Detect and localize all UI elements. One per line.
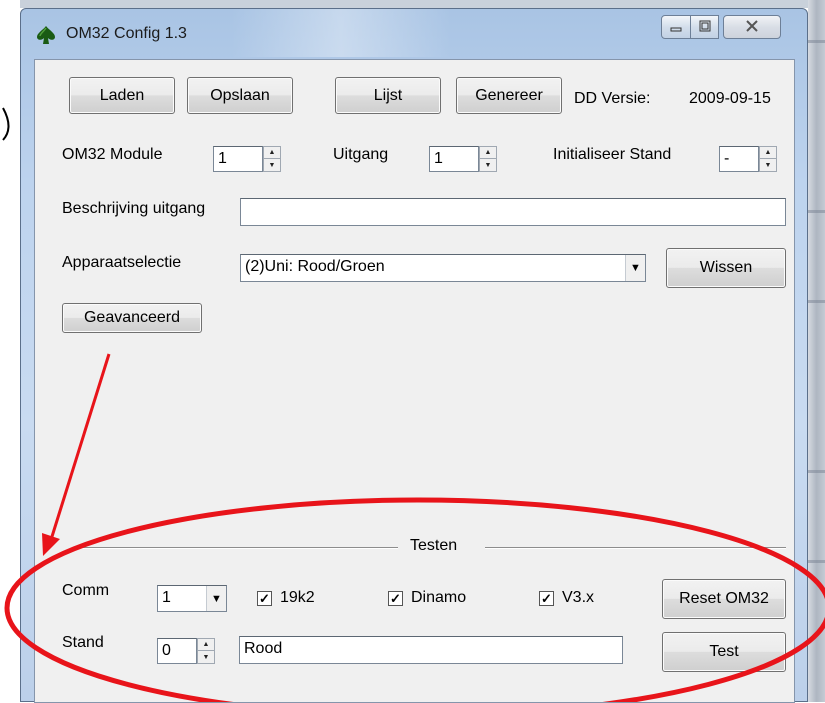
spin-down-icon[interactable]: ▼: [198, 651, 214, 663]
generate-button[interactable]: Genereer: [456, 77, 562, 114]
client-area: Laden Opslaan Lijst Genereer DD Versie: …: [34, 59, 795, 703]
stand-label: Stand: [62, 634, 104, 651]
spin-down-icon[interactable]: ▼: [480, 159, 496, 171]
description-input[interactable]: [240, 198, 786, 226]
comm-select[interactable]: 1 ▼: [157, 585, 227, 612]
stand-value: 0: [162, 642, 171, 659]
output-spinner[interactable]: 1: [429, 146, 479, 172]
init-stand-value: -: [724, 150, 730, 167]
dd-version-value: 2009-09-15: [689, 90, 771, 107]
test-button[interactable]: Test: [662, 632, 786, 672]
stand-spinner[interactable]: 0: [157, 638, 197, 664]
group-divider-left: [74, 547, 398, 549]
init-stand-spinner[interactable]: -: [719, 146, 759, 172]
output-label: Uitgang: [333, 146, 389, 163]
init-stand-spin-buttons[interactable]: ▲ ▼: [759, 146, 777, 172]
group-divider-right: [485, 547, 786, 549]
module-spinner[interactable]: 1: [213, 146, 263, 172]
comm-label: Comm: [62, 582, 110, 599]
chevron-down-icon[interactable]: ▼: [206, 586, 226, 611]
stand-text-input[interactable]: Rood: [239, 636, 623, 664]
checkbox-v3x-label: V3.x: [562, 589, 595, 606]
spin-up-icon[interactable]: ▲: [760, 147, 776, 159]
list-button[interactable]: Lijst: [335, 77, 441, 114]
spin-down-icon[interactable]: ▼: [264, 159, 280, 171]
init-stand-label: Initialiseer Stand: [553, 146, 672, 163]
close-button[interactable]: [723, 15, 781, 39]
output-value: 1: [434, 150, 443, 167]
spin-up-icon[interactable]: ▲: [198, 639, 214, 651]
stand-spin-buttons[interactable]: ▲ ▼: [197, 638, 215, 664]
description-label: Beschrijving uitgang: [62, 200, 206, 217]
spin-up-icon[interactable]: ▲: [264, 147, 280, 159]
maximize-button[interactable]: [691, 15, 719, 39]
clear-button[interactable]: Wissen: [666, 248, 786, 288]
test-group-title: Testen: [410, 537, 458, 554]
device-select[interactable]: (2)Uni: Rood/Groen ▼: [240, 254, 646, 282]
device-selected-value: (2)Uni: Rood/Groen: [245, 258, 385, 275]
caption-buttons: [661, 15, 803, 41]
checkbox-dinamo[interactable]: ✓: [388, 591, 403, 606]
chevron-down-icon[interactable]: ▼: [625, 255, 645, 281]
checkbox-dinamo-label: Dinamo: [411, 589, 467, 606]
minimize-button[interactable]: [661, 15, 691, 39]
background-top: [20, 0, 825, 8]
spin-up-icon[interactable]: ▲: [480, 147, 496, 159]
reset-om32-button[interactable]: Reset OM32: [662, 579, 786, 619]
advanced-button[interactable]: Geavanceerd: [62, 303, 202, 333]
checkbox-v3x[interactable]: ✓: [539, 591, 554, 606]
device-selection-label: Apparaatselectie: [62, 254, 182, 271]
maximize-icon: [698, 19, 712, 36]
title-bar[interactable]: OM32 Config 1.3: [21, 9, 807, 59]
stand-text-value: Rood: [244, 640, 283, 657]
window-title: OM32 Config 1.3: [66, 25, 187, 42]
output-spin-buttons[interactable]: ▲ ▼: [479, 146, 497, 172]
background-right-window-edge: [808, 0, 825, 702]
module-label: OM32 Module: [62, 146, 163, 163]
app-window: OM32 Config 1.3 Laden Opslaan Lijst Gene…: [20, 8, 808, 703]
background-left: [0, 0, 20, 702]
module-spin-buttons[interactable]: ▲ ▼: [263, 146, 281, 172]
spin-down-icon[interactable]: ▼: [760, 159, 776, 171]
checkbox-19k2-label: 19k2: [280, 589, 315, 606]
load-button[interactable]: Laden: [69, 77, 175, 114]
checkbox-19k2[interactable]: ✓: [257, 591, 272, 606]
dd-version-label: DD Versie:: [574, 90, 651, 107]
close-icon: [745, 19, 759, 36]
save-button[interactable]: Opslaan: [187, 77, 293, 114]
spade-icon[interactable]: [35, 25, 57, 45]
minimize-icon: [669, 19, 683, 36]
module-value: 1: [218, 150, 227, 167]
comm-value: 1: [162, 589, 171, 606]
